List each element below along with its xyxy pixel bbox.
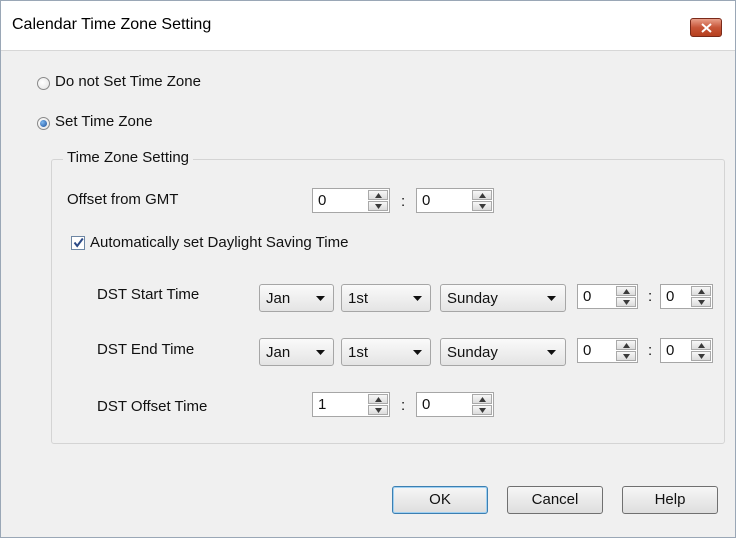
close-icon	[701, 23, 712, 33]
dst-start-minutes-value: 0	[666, 288, 675, 305]
arrow-down-icon	[479, 204, 486, 209]
dst-start-week-value: 1st	[348, 290, 369, 307]
arrow-up-icon	[375, 193, 382, 198]
help-button[interactable]: Help	[622, 486, 718, 514]
dst-end-day-value: Sunday	[447, 344, 498, 361]
arrow-down-icon	[698, 300, 705, 305]
radio-set-time-zone-label[interactable]: Set Time Zone	[55, 113, 153, 130]
chevron-down-icon	[316, 296, 325, 301]
auto-dst-label[interactable]: Automatically set Daylight Saving Time	[90, 234, 348, 251]
dst-offset-colon: :	[401, 397, 406, 414]
dst-end-hours-spinner[interactable]: 0	[577, 338, 638, 363]
arrow-up-icon	[479, 193, 486, 198]
dst-end-minutes-down-button[interactable]	[691, 351, 711, 361]
offset-colon: :	[401, 193, 406, 210]
dst-offset-minutes-value: 0	[422, 396, 431, 413]
dst-offset-minutes-down-button[interactable]	[472, 405, 492, 415]
radio-selected-dot	[40, 120, 47, 127]
dst-offset-label: DST Offset Time	[97, 398, 208, 415]
dialog-window: Calendar Time Zone Setting Do not Set Ti…	[0, 0, 736, 538]
offset-minutes-spinner[interactable]: 0	[416, 188, 494, 213]
dst-end-day-select[interactable]: Sunday	[440, 338, 566, 366]
dst-start-month-value: Jan	[266, 290, 291, 307]
dst-start-hours-down-button[interactable]	[616, 297, 636, 307]
dst-offset-hours-up-button[interactable]	[368, 394, 388, 404]
dst-end-month-select[interactable]: Jan	[259, 338, 334, 366]
dst-offset-hours-spinner[interactable]: 1	[312, 392, 390, 417]
chevron-down-icon	[547, 350, 556, 355]
arrow-up-icon	[698, 289, 705, 294]
dst-end-week-select[interactable]: 1st	[341, 338, 431, 366]
arrow-down-icon	[375, 408, 382, 413]
arrow-up-icon	[479, 397, 486, 402]
arrow-up-icon	[623, 289, 630, 294]
dst-end-hours-value: 0	[583, 342, 592, 359]
chevron-down-icon	[413, 350, 422, 355]
dst-offset-minutes-spinner[interactable]: 0	[416, 392, 494, 417]
arrow-up-icon	[698, 343, 705, 348]
dst-start-minutes-spinner[interactable]: 0	[660, 284, 713, 309]
dst-offset-minutes-up-button[interactable]	[472, 394, 492, 404]
offset-from-gmt-label: Offset from GMT	[67, 191, 179, 208]
auto-dst-checkbox[interactable]	[71, 236, 85, 250]
dst-start-label: DST Start Time	[97, 286, 200, 303]
radio-do-not-set-label[interactable]: Do not Set Time Zone	[55, 73, 201, 90]
dst-end-colon: :	[648, 342, 653, 359]
dst-start-hours-value: 0	[583, 288, 592, 305]
arrow-up-icon	[375, 397, 382, 402]
chevron-down-icon	[413, 296, 422, 301]
dst-start-minutes-down-button[interactable]	[691, 297, 711, 307]
arrow-down-icon	[623, 300, 630, 305]
offset-minutes-up-button[interactable]	[472, 190, 492, 200]
close-button[interactable]	[690, 18, 722, 37]
offset-minutes-down-button[interactable]	[472, 201, 492, 211]
dst-start-day-value: Sunday	[447, 290, 498, 307]
arrow-down-icon	[623, 354, 630, 359]
offset-hours-value: 0	[318, 192, 327, 209]
dst-start-week-select[interactable]: 1st	[341, 284, 431, 312]
chevron-down-icon	[547, 296, 556, 301]
window-title: Calendar Time Zone Setting	[12, 16, 212, 33]
check-icon	[73, 237, 84, 248]
dst-offset-hours-value: 1	[318, 396, 327, 413]
group-title: Time Zone Setting	[63, 149, 193, 166]
offset-hours-spinner[interactable]: 0	[312, 188, 390, 213]
dst-end-minutes-spinner[interactable]: 0	[660, 338, 713, 363]
offset-minutes-value: 0	[422, 192, 431, 209]
dst-end-hours-up-button[interactable]	[616, 340, 636, 350]
arrow-up-icon	[623, 343, 630, 348]
title-bar: Calendar Time Zone Setting	[1, 1, 735, 51]
dst-start-minutes-up-button[interactable]	[691, 286, 711, 296]
arrow-down-icon	[479, 408, 486, 413]
cancel-button[interactable]: Cancel	[507, 486, 603, 514]
chevron-down-icon	[316, 350, 325, 355]
dst-end-minutes-value: 0	[666, 342, 675, 359]
dst-start-hours-up-button[interactable]	[616, 286, 636, 296]
arrow-down-icon	[375, 204, 382, 209]
ok-button[interactable]: OK	[392, 486, 488, 514]
arrow-down-icon	[698, 354, 705, 359]
dst-end-week-value: 1st	[348, 344, 369, 361]
dst-start-month-select[interactable]: Jan	[259, 284, 334, 312]
offset-hours-up-button[interactable]	[368, 190, 388, 200]
dst-end-minutes-up-button[interactable]	[691, 340, 711, 350]
offset-hours-down-button[interactable]	[368, 201, 388, 211]
dst-start-colon: :	[648, 288, 653, 305]
radio-set-time-zone[interactable]	[37, 117, 50, 130]
dst-start-hours-spinner[interactable]: 0	[577, 284, 638, 309]
radio-do-not-set[interactable]	[37, 77, 50, 90]
dst-offset-hours-down-button[interactable]	[368, 405, 388, 415]
dst-end-month-value: Jan	[266, 344, 291, 361]
dst-end-hours-down-button[interactable]	[616, 351, 636, 361]
dst-end-label: DST End Time	[97, 341, 195, 358]
dst-start-day-select[interactable]: Sunday	[440, 284, 566, 312]
